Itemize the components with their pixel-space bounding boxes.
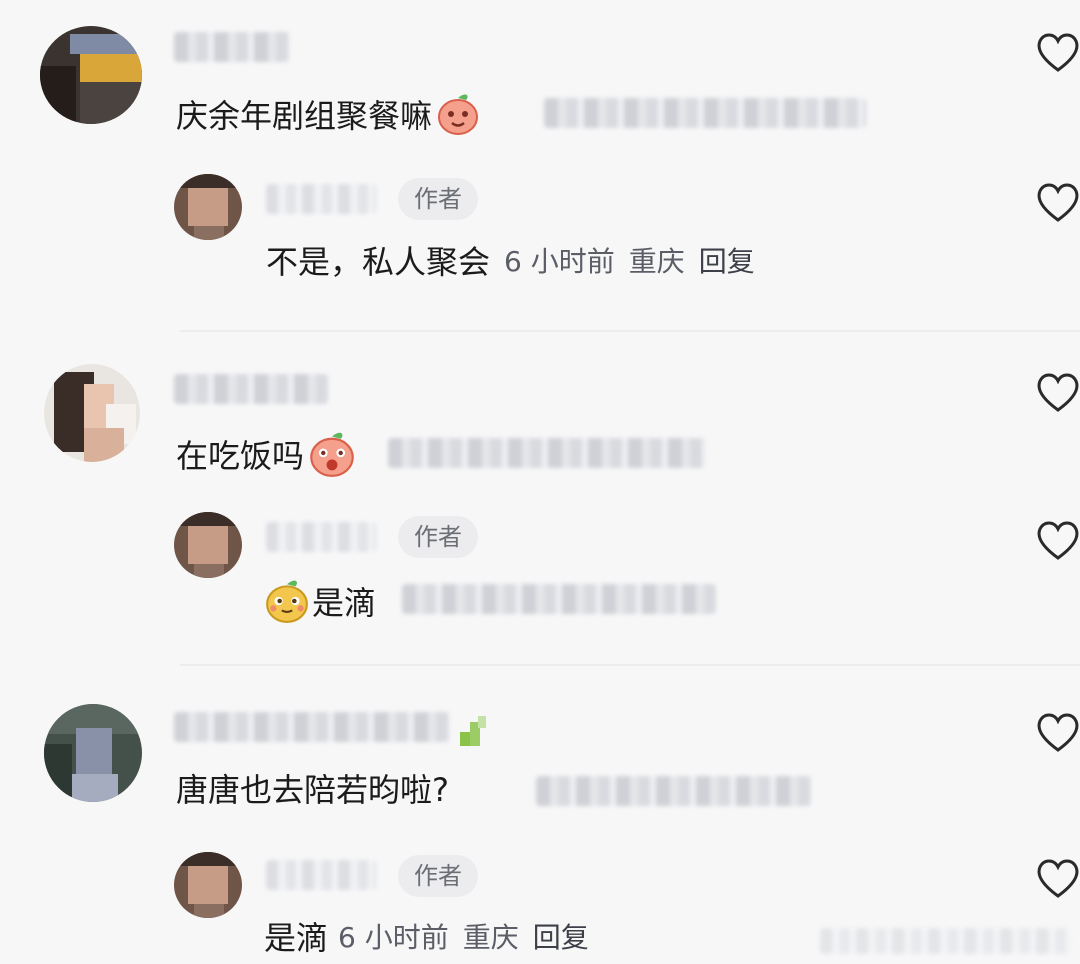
avatar[interactable] bbox=[44, 364, 140, 462]
comment-body: 唐唐也去陪若昀啦? bbox=[176, 770, 449, 810]
comment-meta-blurred bbox=[536, 776, 812, 806]
reply-text: 是滴 bbox=[312, 584, 377, 622]
watermark-blurred bbox=[820, 928, 1070, 954]
author-badge: 作者 bbox=[398, 516, 478, 558]
reply-time: 6 小时前 bbox=[504, 245, 615, 278]
reply-text: 是滴 bbox=[264, 919, 329, 957]
comment-meta-blurred bbox=[544, 98, 866, 128]
heart-outline-icon[interactable] bbox=[1034, 30, 1080, 74]
username-blurred[interactable] bbox=[174, 712, 450, 742]
reply-button[interactable]: 回复 bbox=[533, 920, 589, 956]
avatar[interactable] bbox=[174, 512, 242, 578]
heart-outline-icon[interactable] bbox=[1034, 370, 1080, 414]
username-blurred[interactable] bbox=[266, 184, 376, 214]
comment-body: 庆余年剧组聚餐嘛 bbox=[176, 92, 480, 140]
username-blurred[interactable] bbox=[174, 374, 328, 404]
yellow-face-emoji-icon bbox=[264, 578, 310, 628]
author-badge: 作者 bbox=[398, 855, 478, 897]
divider bbox=[180, 664, 1080, 666]
level-badge-icon bbox=[458, 714, 488, 748]
comment-body: 在吃饭吗 bbox=[176, 430, 356, 482]
divider bbox=[180, 330, 1080, 332]
comment-text: 庆余年剧组聚餐嘛 bbox=[176, 97, 433, 135]
reply-button[interactable]: 回复 bbox=[699, 244, 755, 280]
avatar[interactable] bbox=[174, 852, 242, 918]
username-blurred[interactable] bbox=[174, 32, 290, 62]
avatar[interactable] bbox=[174, 174, 242, 240]
avatar[interactable] bbox=[40, 26, 142, 124]
peach-emoji-icon bbox=[308, 430, 356, 482]
username-blurred[interactable] bbox=[266, 522, 376, 552]
reply-body: 是滴 bbox=[264, 578, 376, 628]
heart-outline-icon[interactable] bbox=[1034, 518, 1080, 562]
comment-meta-blurred bbox=[388, 438, 706, 468]
heart-outline-icon[interactable] bbox=[1034, 856, 1080, 900]
reply-meta-blurred bbox=[402, 584, 716, 614]
reply-location: 重庆 bbox=[628, 245, 685, 278]
reply-time: 6 小时前 bbox=[338, 921, 449, 954]
author-badge: 作者 bbox=[398, 178, 478, 220]
heart-outline-icon[interactable] bbox=[1034, 180, 1080, 224]
peach-emoji-icon bbox=[436, 92, 480, 140]
reply-location: 重庆 bbox=[462, 921, 519, 954]
username-blurred[interactable] bbox=[266, 860, 376, 890]
reply-text: 不是，私人聚会 bbox=[266, 243, 491, 281]
reply-body: 不是，私人聚会 6 小时前 重庆 回复 bbox=[266, 242, 755, 282]
heart-outline-icon[interactable] bbox=[1034, 710, 1080, 754]
avatar[interactable] bbox=[44, 704, 142, 802]
comment-text: 唐唐也去陪若昀啦? bbox=[176, 771, 449, 809]
comment-text: 在吃饭吗 bbox=[176, 437, 305, 475]
reply-body: 是滴 6 小时前 重庆 回复 bbox=[264, 918, 589, 958]
